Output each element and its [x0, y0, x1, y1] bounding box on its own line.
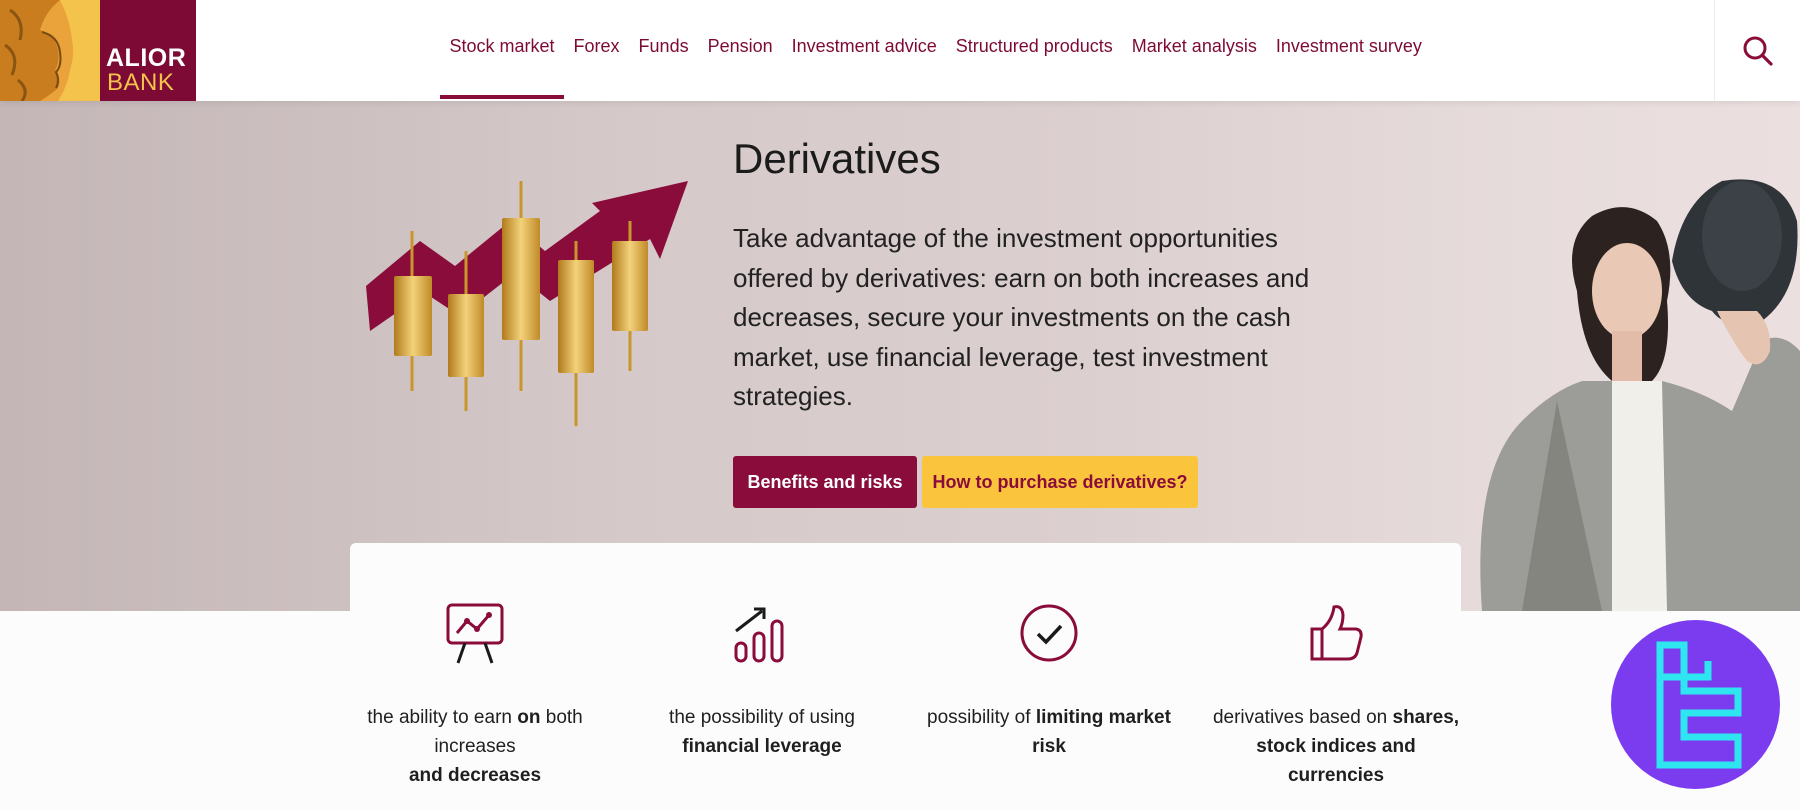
logo-face-icon [0, 0, 100, 101]
thumbs-up-icon [1310, 605, 1363, 661]
site-header: ALIOR BANK Stock market Forex Funds Pens… [0, 0, 1800, 101]
alior-bank-logo[interactable]: ALIOR BANK [0, 0, 196, 101]
nav-item-investment-advice[interactable]: Investment advice [782, 0, 946, 101]
search-button[interactable] [1714, 0, 1800, 101]
feature-1-text-a: the ability to earn [367, 707, 518, 728]
feature-2-text-b: financial leverage [682, 736, 842, 757]
search-icon [1743, 36, 1773, 66]
feature-earn-on-increases-and-decreases: the ability to earn on both increases an… [350, 599, 600, 790]
tc-logo-icon [1656, 641, 1741, 768]
feature-text-3: possibility of limiting market risk [924, 703, 1174, 761]
feature-financial-leverage: the possibility of using financial lever… [637, 599, 887, 761]
main-nav: Stock market Forex Funds Pension Investm… [440, 0, 1431, 101]
logo-text-bank: BANK [107, 69, 175, 96]
woman-with-hat-photo [1480, 179, 1800, 611]
check-circle-icon [1020, 604, 1078, 662]
feature-derivatives-based-on: derivatives based on shares, stock indic… [1211, 599, 1461, 790]
nav-item-investment-survey[interactable]: Investment survey [1266, 0, 1431, 101]
feature-3-text-a: possibility of [927, 707, 1036, 728]
feature-4-text-a: derivatives based on [1212, 707, 1393, 728]
presentation-chart-icon [446, 603, 504, 664]
feature-text-4: derivatives based on shares, stock indic… [1211, 703, 1461, 790]
benefits-and-risks-button[interactable]: Benefits and risks [733, 456, 917, 508]
nav-item-pension[interactable]: Pension [698, 0, 782, 101]
watermark-badge [1611, 620, 1780, 789]
feature-1-text-d: and decreases [408, 765, 542, 786]
how-to-purchase-button[interactable]: How to purchase derivatives? [922, 456, 1198, 508]
feature-2-text-a: the possibility of using [669, 707, 855, 728]
feature-text-1: the ability to earn on both increases an… [350, 703, 600, 790]
hero-description: Take advantage of the investment opportu… [733, 223, 1310, 411]
feature-limiting-market-risk: possibility of limiting market risk [924, 599, 1174, 761]
nav-item-structured-products[interactable]: Structured products [946, 0, 1122, 101]
features-card: the ability to earn on both increases an… [350, 543, 1461, 810]
nav-item-forex[interactable]: Forex [564, 0, 629, 101]
hero-banner: Derivatives Take advantage of the invest… [0, 101, 1800, 611]
feature-1-text-b: on [517, 707, 541, 728]
feature-3-text-b: limiting market risk [1032, 707, 1171, 757]
page-title: Derivatives [733, 135, 941, 182]
nav-item-market-analysis[interactable]: Market analysis [1122, 0, 1266, 101]
nav-item-stock-market[interactable]: Stock market [440, 0, 565, 101]
bar-growth-icon [734, 607, 784, 663]
feature-text-2: the possibility of using financial lever… [637, 703, 887, 761]
candlestick-chart-illustration [366, 181, 688, 426]
nav-item-funds[interactable]: Funds [629, 0, 698, 101]
